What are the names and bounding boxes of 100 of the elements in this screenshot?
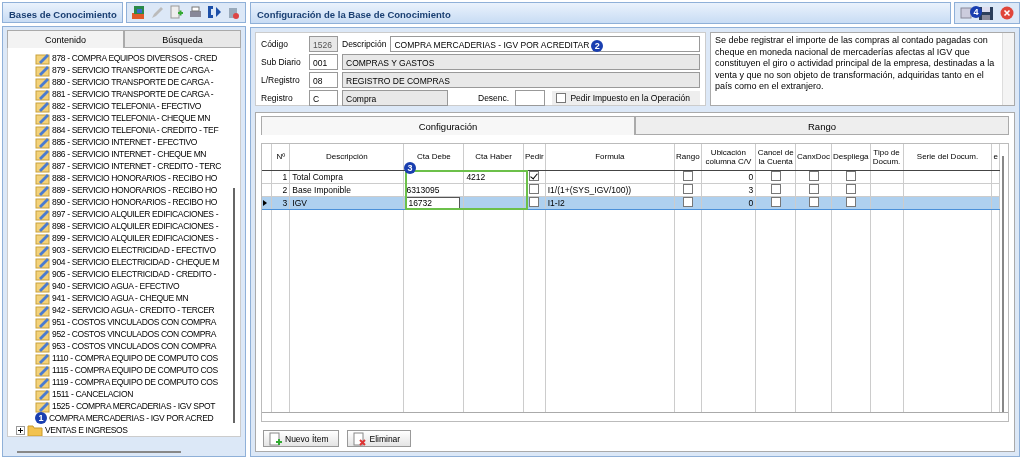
- expand-icon[interactable]: [16, 425, 25, 435]
- document-icon: [35, 291, 50, 305]
- window-icon[interactable]: [960, 6, 972, 20]
- row-pointer-icon: [263, 199, 267, 206]
- tree-item[interactable]: 884 - SERVICIO TELEFONIA - CREDITO - TEF: [52, 125, 219, 135]
- checkbox[interactable]: [770, 196, 781, 207]
- tree-item[interactable]: 1511 - CANCELACION: [52, 389, 133, 399]
- tree-item[interactable]: VENTAS E INGRESOS: [45, 425, 128, 435]
- column-header[interactable]: CanxDoc: [795, 144, 832, 170]
- tree-item[interactable]: 883 - SERVICIO TELEFONIA - CHEQUE MN: [52, 113, 211, 123]
- column-header[interactable]: Pedir: [523, 144, 546, 170]
- column-header[interactable]: Cancel de la Cuenta: [755, 144, 796, 170]
- tab[interactable]: Contenido: [7, 30, 124, 48]
- checkbox[interactable]: [682, 196, 693, 207]
- column-header[interactable]: Cta Haber: [463, 144, 524, 170]
- tree-item[interactable]: 1525 - COMPRA MERCADERIAS - IGV SPOT: [52, 401, 216, 411]
- column-header[interactable]: Rango: [674, 144, 702, 170]
- column-header[interactable]: Formula: [545, 144, 675, 170]
- tree-item[interactable]: 1119 - COMPRA EQUIPO DE COMPUTO COS: [52, 377, 218, 387]
- tab[interactable]: Configuración: [261, 116, 635, 135]
- tree-item[interactable]: 942 - SERVICIO AGUA - CREDITO - TERCER: [52, 305, 215, 315]
- input-field[interactable]: C: [309, 90, 338, 106]
- checkbox[interactable]: [845, 183, 856, 194]
- tree-item[interactable]: 885 - SERVICIO INTERNET - EFECTIVO: [52, 137, 198, 147]
- checkbox[interactable]: [529, 196, 540, 207]
- tree-item[interactable]: 880 - SERVICIO TRANSPORTE DE CARGA -: [52, 77, 214, 87]
- tree-item[interactable]: 888 - SERVICIO HONORARIOS - RECIBO HO: [52, 173, 217, 183]
- tab[interactable]: Búsqueda: [124, 30, 241, 48]
- tree-item[interactable]: 903 - SERVICIO ELECTRICIDAD - EFECTIVO: [52, 245, 216, 255]
- tree-item[interactable]: 1110 - COMPRA EQUIPO DE COMPUTO COS: [52, 353, 218, 363]
- table-cell: 1: [282, 171, 288, 182]
- document-icon: [35, 111, 50, 125]
- tree-item[interactable]: 890 - SERVICIO HONORARIOS - RECIBO HO: [52, 197, 217, 207]
- input-field[interactable]: [515, 90, 546, 106]
- checkbox[interactable]: [808, 183, 819, 194]
- add-document-icon[interactable]: [169, 5, 184, 20]
- checkbox[interactable]: [770, 170, 781, 181]
- input-field[interactable]: REGISTRO DE COMPRAS: [342, 72, 700, 88]
- arrows-icon[interactable]: [207, 5, 222, 20]
- button[interactable]: Nuevo Ítem: [263, 430, 340, 447]
- tree-item[interactable]: 941 - SERVICIO AGUA - CHEQUE MN: [52, 293, 189, 303]
- input-field[interactable]: Compra: [342, 90, 448, 106]
- column-header[interactable]: Serie del Docum.: [903, 144, 992, 170]
- table-cell: 4212: [466, 171, 486, 182]
- input-field[interactable]: 08: [309, 72, 338, 88]
- tree-item[interactable]: 953 - COSTOS VINCULADOS CON COMPRA: [52, 341, 217, 351]
- table-row[interactable]: 3 IGV 16732 I1-I2 0: [262, 196, 1000, 209]
- field-label: Descripción: [342, 39, 387, 49]
- tree-item[interactable]: 889 - SERVICIO HONORARIOS - RECIBO HO: [52, 185, 217, 195]
- description-area[interactable]: [710, 32, 1015, 106]
- checkbox[interactable]: [808, 196, 819, 207]
- field-label: Desenc.: [478, 93, 510, 103]
- input-field[interactable]: COMPRA MERCADERIAS - IGV POR ACREDITAR 2: [390, 36, 700, 52]
- table-cell: 2: [282, 184, 288, 195]
- tree-item[interactable]: 886 - SERVICIO INTERNET - CHEQUE MN: [52, 149, 207, 159]
- checkbox[interactable]: [808, 170, 819, 181]
- table-row[interactable]: 2 Base Imponible 6313095 I1/(1+(SYS_IGV/100)) 3: [262, 183, 1000, 196]
- input-field[interactable]: 1526: [309, 36, 338, 52]
- checkbox[interactable]: [682, 183, 693, 194]
- tree-item[interactable]: 881 - SERVICIO TRANSPORTE DE CARGA -: [52, 89, 214, 99]
- close-icon[interactable]: [1000, 6, 1014, 20]
- checkbox[interactable]: [529, 170, 540, 181]
- chart-icon[interactable]: [131, 5, 146, 20]
- checkbox[interactable]: Pedir Impuesto en la Operación: [552, 91, 700, 105]
- column-header[interactable]: Ubicación columna C/V: [701, 144, 756, 170]
- tree-item[interactable]: 951 - COSTOS VINCULADOS CON COMPRA: [52, 317, 217, 327]
- input-field[interactable]: 001: [309, 54, 338, 70]
- column-header[interactable]: e: [991, 144, 1000, 170]
- table-cell: 0: [748, 171, 754, 182]
- tree-item[interactable]: 899 - SERVICIO ALQUILER EDIFICACIONES -: [52, 233, 219, 243]
- table-row[interactable]: 1 Total Compra 4212 0: [262, 170, 1000, 183]
- tree-item[interactable]: 897 - SERVICIO ALQUILER EDIFICACIONES -: [52, 209, 219, 219]
- tree-item[interactable]: 878 - COMPRA EQUIPOS DIVERSOS - CRED: [52, 53, 217, 63]
- tree-item[interactable]: 904 - SERVICIO ELECTRICIDAD - CHEQUE M: [52, 257, 219, 267]
- checkbox[interactable]: [845, 170, 856, 181]
- tree-item[interactable]: 887 - SERVICIO INTERNET - CREDITO - TERC: [52, 161, 222, 171]
- checkbox[interactable]: [770, 183, 781, 194]
- column-header[interactable]: Despliega: [831, 144, 871, 170]
- save-icon[interactable]: [978, 5, 994, 21]
- checkbox[interactable]: [529, 183, 540, 194]
- input-field[interactable]: COMPRAS Y GASTOS: [342, 54, 700, 70]
- column-header[interactable]: Nº: [271, 144, 290, 170]
- checkbox[interactable]: [845, 196, 856, 207]
- tree-item[interactable]: 952 - COSTOS VINCULADOS CON COMPRA: [52, 329, 217, 339]
- tree-item[interactable]: 879 - SERVICIO TRANSPORTE DE CARGA -: [52, 65, 214, 75]
- column-header[interactable]: Tipo de Docum.: [870, 144, 903, 170]
- column-header[interactable]: Descripción: [289, 144, 404, 170]
- printer-icon[interactable]: [188, 5, 203, 20]
- scrollbar[interactable]: [1002, 156, 1004, 412]
- field-label: Sub Diario: [261, 57, 302, 67]
- tab[interactable]: Rango: [635, 116, 1009, 135]
- tree-item[interactable]: 898 - SERVICIO ALQUILER EDIFICACIONES -: [52, 221, 219, 231]
- table-cell: 3: [282, 197, 288, 208]
- tree-item[interactable]: 905 - SERVICIO ELECTRICIDAD - CREDITO -: [52, 269, 217, 279]
- checkbox[interactable]: [682, 170, 693, 181]
- tree-item[interactable]: COMPRA MERCADERIAS - IGV POR ACRED: [49, 413, 214, 423]
- button[interactable]: Eliminar: [347, 430, 412, 447]
- tree-item[interactable]: 882 - SERVICIO TELEFONIA - EFECTIVO: [52, 101, 201, 111]
- tree-item[interactable]: 940 - SERVICIO AGUA - EFECTIVO: [52, 281, 180, 291]
- tree-item[interactable]: 1115 - COMPRA EQUIPO DE COMPUTO COS: [52, 365, 218, 375]
